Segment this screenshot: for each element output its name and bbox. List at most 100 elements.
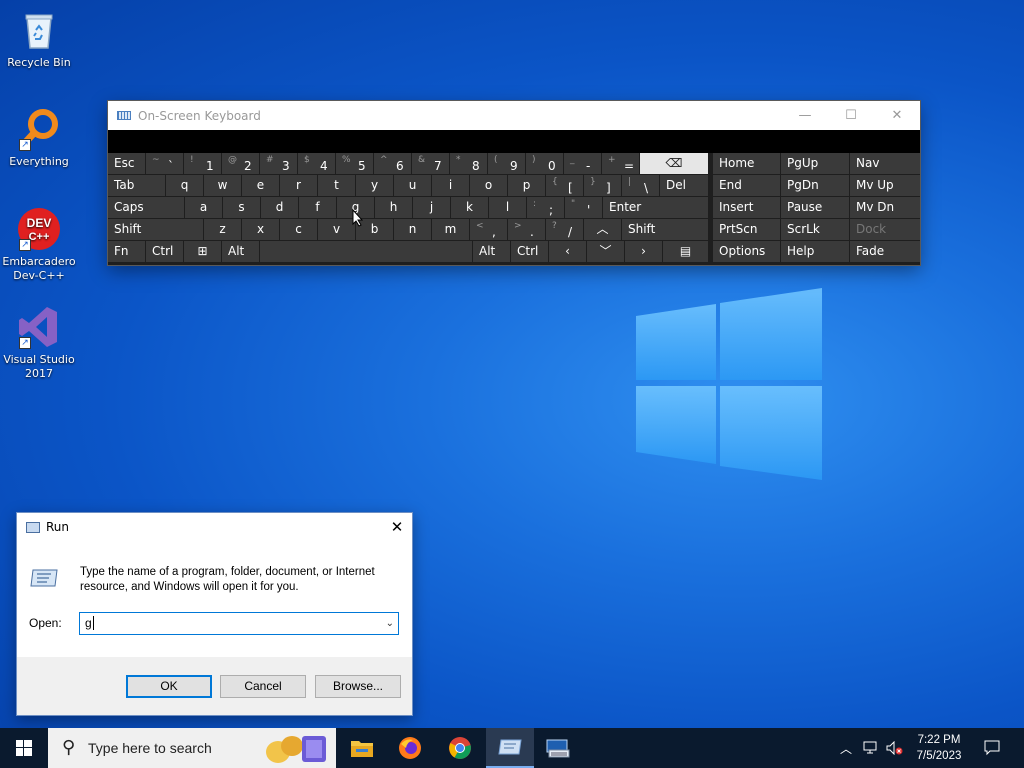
key-t[interactable]: t xyxy=(318,175,355,196)
on-screen-keyboard-window[interactable]: On-Screen Keyboard — ☐ ✕ Esc ~ `! 1 @2 #3 $4% 5… xyxy=(108,101,920,265)
key-windows[interactable]: ⊞ xyxy=(184,241,221,262)
key-end[interactable]: End xyxy=(713,175,780,196)
key-sym[interactable]: >. xyxy=(508,219,545,240)
network-icon[interactable] xyxy=(860,728,882,768)
key-e[interactable]: e xyxy=(242,175,279,196)
taskbar-clock[interactable]: 7:22 PM 7/5/2023 xyxy=(908,732,970,764)
taskbar-chrome[interactable] xyxy=(436,728,484,768)
key-tab[interactable]: Tab xyxy=(108,175,165,196)
key-pgdn[interactable]: PgDn xyxy=(781,175,849,196)
key-mv-dn[interactable]: Mv Dn xyxy=(850,197,920,218)
key-6[interactable]: ^ 6 xyxy=(374,153,411,174)
key-backspace[interactable]: ⌫ xyxy=(640,153,708,174)
key-sym[interactable]: ~ ` xyxy=(146,153,183,174)
key-help[interactable]: Help xyxy=(781,241,849,262)
key-2[interactable]: @2 xyxy=(222,153,259,174)
key-del[interactable]: Del xyxy=(660,175,708,196)
close-button[interactable]: ✕ xyxy=(382,518,412,536)
key-0[interactable]: ) 0 xyxy=(526,153,563,174)
start-button[interactable] xyxy=(0,728,48,768)
key-esc[interactable]: Esc xyxy=(108,153,145,174)
key-prtscn[interactable]: PrtScn xyxy=(713,219,780,240)
key-f[interactable]: f xyxy=(299,197,336,218)
taskbar-search-box[interactable]: ⚲ Type here to search xyxy=(48,728,336,768)
key-menu[interactable]: ▤ xyxy=(663,241,708,262)
key-sym[interactable]: :; xyxy=(527,197,564,218)
taskbar-run[interactable] xyxy=(486,728,534,768)
key-sym[interactable]: <, xyxy=(470,219,507,240)
key-p[interactable]: p xyxy=(508,175,545,196)
key-pause[interactable]: Pause xyxy=(781,197,849,218)
key-o[interactable]: o xyxy=(470,175,507,196)
key-arrow-left[interactable]: ‹ xyxy=(549,241,586,262)
key-5[interactable]: % 5 xyxy=(336,153,373,174)
key-m[interactable]: m xyxy=(432,219,469,240)
key-dock[interactable]: Dock xyxy=(850,219,920,240)
key-alt-left[interactable]: Alt xyxy=(222,241,259,262)
key-8[interactable]: * 8 xyxy=(450,153,487,174)
key-l[interactable]: l xyxy=(489,197,526,218)
key-d[interactable]: d xyxy=(261,197,298,218)
key-i[interactable]: i xyxy=(432,175,469,196)
key-shift-left[interactable]: Shift xyxy=(108,219,203,240)
key-7[interactable]: & 7 xyxy=(412,153,449,174)
key-enter[interactable]: Enter xyxy=(603,197,708,218)
taskbar-on-screen-keyboard[interactable] xyxy=(534,728,582,768)
key-ctrl-right[interactable]: Ctrl xyxy=(511,241,548,262)
key-sym[interactable]: ? / xyxy=(546,219,583,240)
key-u[interactable]: u xyxy=(394,175,431,196)
osk-titlebar[interactable]: On-Screen Keyboard — ☐ ✕ xyxy=(108,101,920,130)
key-nav[interactable]: Nav xyxy=(850,153,920,174)
key-y[interactable]: y xyxy=(356,175,393,196)
key-pgup[interactable]: PgUp xyxy=(781,153,849,174)
volume-muted-icon[interactable] xyxy=(884,728,906,768)
browse-button[interactable]: Browse... xyxy=(315,675,401,698)
key-shift-right[interactable]: Shift xyxy=(622,219,708,240)
key-9[interactable]: (9 xyxy=(488,153,525,174)
key-a[interactable]: a xyxy=(185,197,222,218)
key-mv-up[interactable]: Mv Up xyxy=(850,175,920,196)
key-insert[interactable]: Insert xyxy=(713,197,780,218)
key-1[interactable]: ! 1 xyxy=(184,153,221,174)
minimize-button[interactable]: — xyxy=(782,108,828,123)
key-arrow-down[interactable]: ﹀ xyxy=(587,241,624,262)
close-button[interactable]: ✕ xyxy=(874,108,920,123)
key-w[interactable]: w xyxy=(204,175,241,196)
key-c[interactable]: c xyxy=(280,219,317,240)
key-z[interactable]: z xyxy=(204,219,241,240)
key-q[interactable]: q xyxy=(166,175,203,196)
chevron-down-icon[interactable]: ⌄ xyxy=(386,613,394,634)
key-k[interactable]: k xyxy=(451,197,488,218)
key-arrow-right[interactable]: › xyxy=(625,241,662,262)
key-s[interactable]: s xyxy=(223,197,260,218)
maximize-button[interactable]: ☐ xyxy=(828,108,874,123)
key-sym[interactable]: " ' xyxy=(565,197,602,218)
key-x[interactable]: x xyxy=(242,219,279,240)
key-arrow-up[interactable]: ︿ xyxy=(584,219,621,240)
key-space[interactable] xyxy=(260,241,472,262)
open-input-value[interactable]: g xyxy=(85,616,92,630)
key-4[interactable]: $4 xyxy=(298,153,335,174)
key-j[interactable]: j xyxy=(413,197,450,218)
desktop-icon-devcpp[interactable]: DEV C++ ↗ Embarcadero Dev-C++ xyxy=(0,207,78,283)
key-3[interactable]: #3 xyxy=(260,153,297,174)
notification-center-button[interactable] xyxy=(976,728,1008,768)
show-hidden-icons-button[interactable]: ︿ xyxy=(836,728,856,768)
desktop-icon-visual-studio[interactable]: ↗ Visual Studio 2017 xyxy=(0,305,78,381)
run-dialog[interactable]: Run ✕ Type the name of a program, folder… xyxy=(16,512,413,716)
key-alt-right[interactable]: Alt xyxy=(473,241,510,262)
key-n[interactable]: n xyxy=(394,219,431,240)
key-v[interactable]: v xyxy=(318,219,355,240)
key-scrlk[interactable]: ScrLk xyxy=(781,219,849,240)
key-fn[interactable]: Fn xyxy=(108,241,145,262)
key-fade[interactable]: Fade xyxy=(850,241,920,262)
desktop-icon-everything[interactable]: ↗ Everything xyxy=(0,107,78,169)
key-sym[interactable]: _ - xyxy=(564,153,601,174)
key-h[interactable]: h xyxy=(375,197,412,218)
taskbar-file-explorer[interactable] xyxy=(338,728,386,768)
key-ctrl-left[interactable]: Ctrl xyxy=(146,241,183,262)
ok-button[interactable]: OK xyxy=(126,675,212,698)
key-sym[interactable]: + = xyxy=(602,153,639,174)
open-combobox[interactable]: g ⌄ xyxy=(79,612,399,635)
taskbar-firefox[interactable] xyxy=(386,728,434,768)
